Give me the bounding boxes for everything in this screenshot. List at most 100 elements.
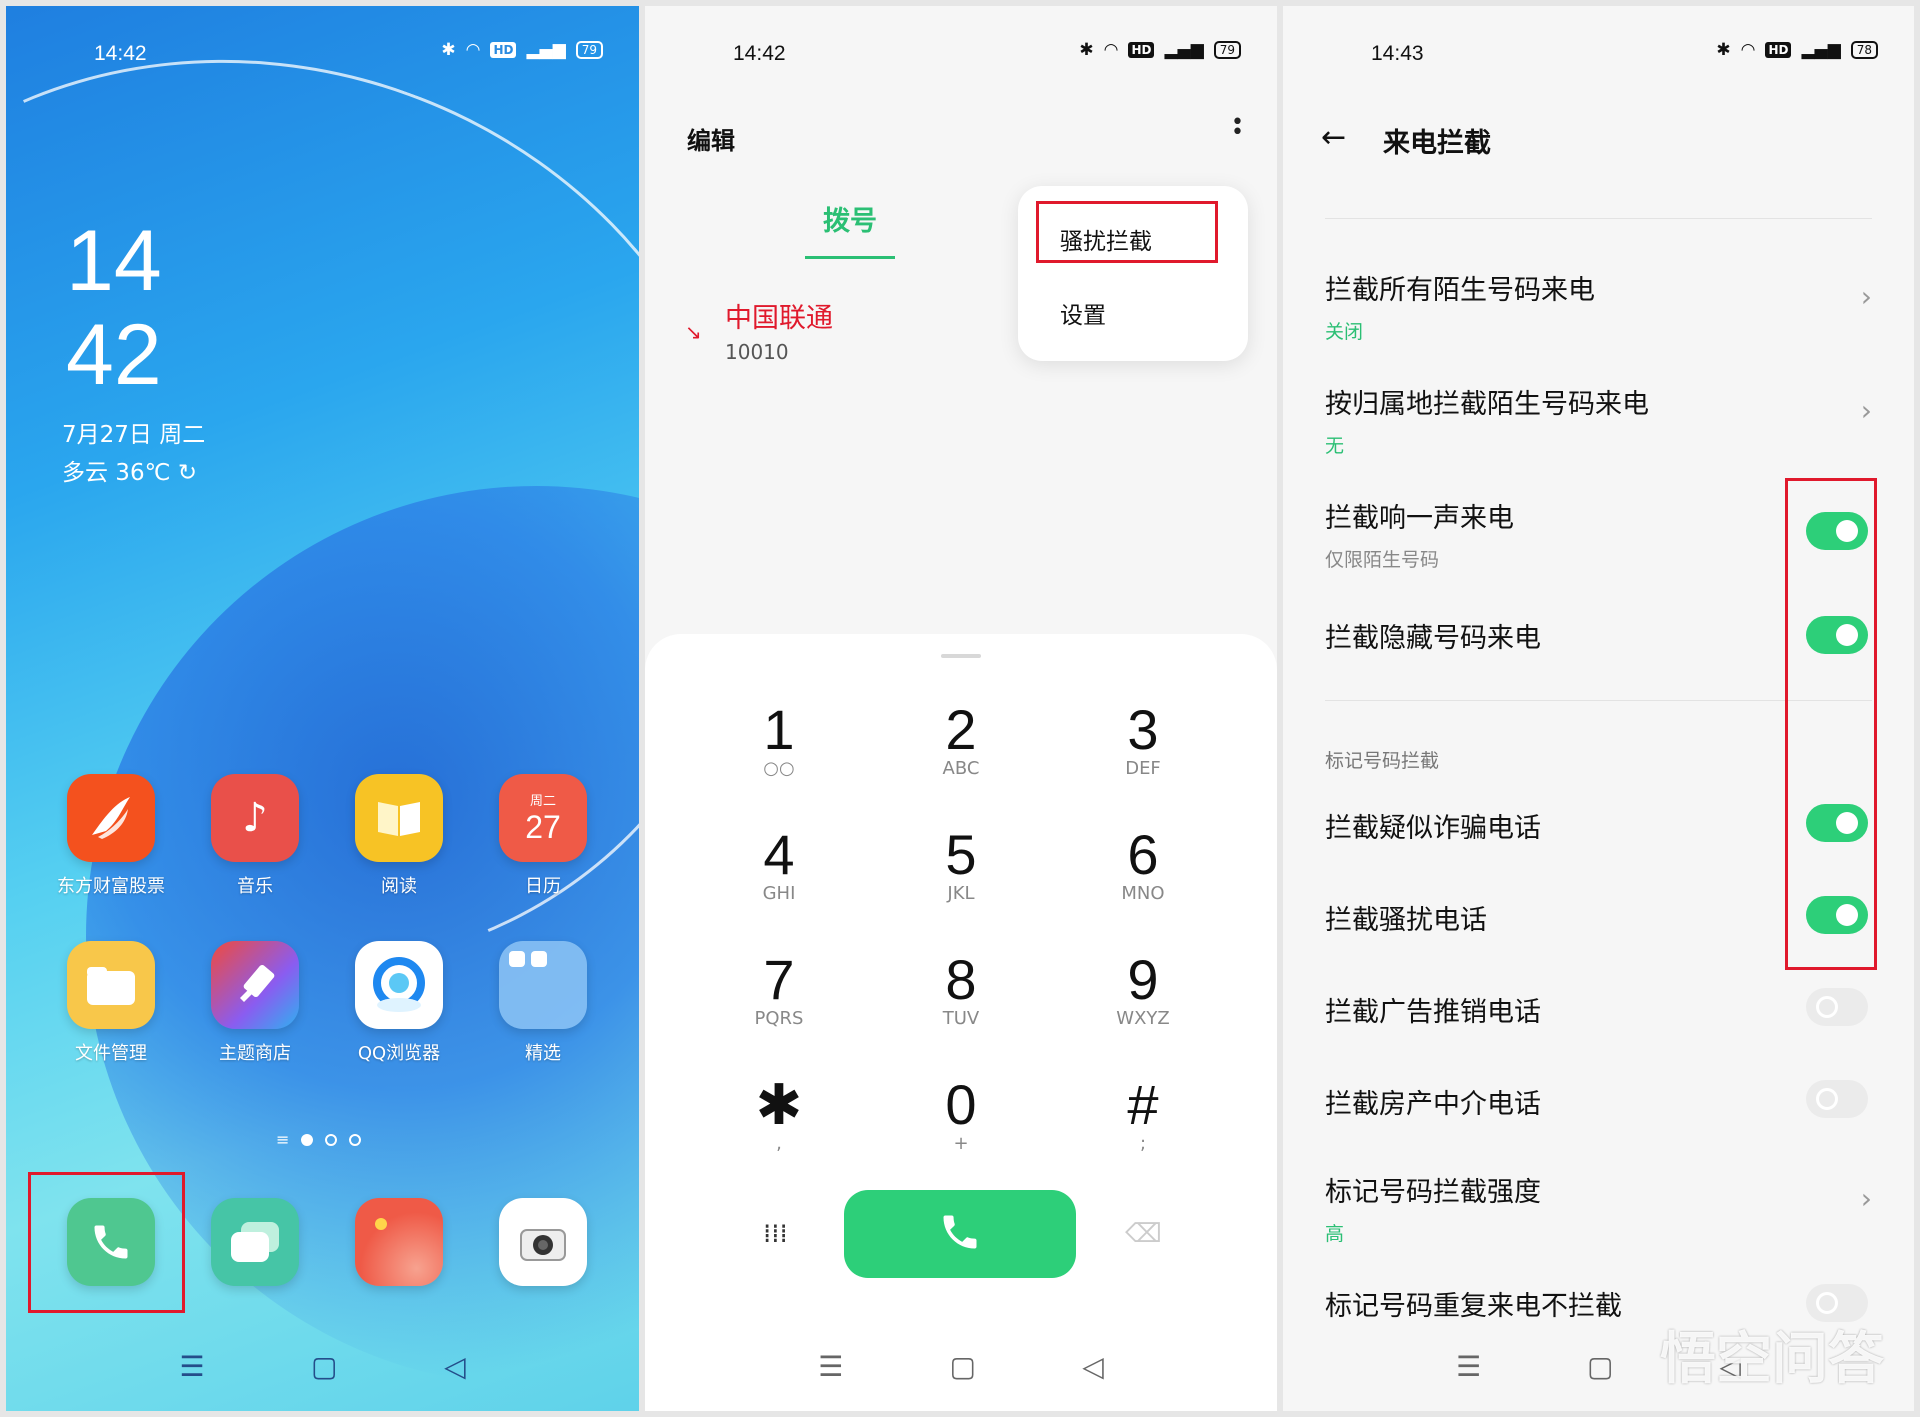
setting-block-ads[interactable]: 拦截广告推销电话 [1325,988,1878,1029]
status-icons: ✱ ◠ HD ▂▄▆ 78 [1716,40,1878,60]
home-nav-icon[interactable]: ▢ [1587,1350,1613,1383]
battery-icon: 78 [1850,41,1878,59]
status-bar: 14:42 ✱ ◠ HD ▂▄▆ 79 [645,34,1277,74]
nav-bar: ☰ ▢ ◁ [6,1341,639,1391]
home-nav-icon[interactable]: ▢ [950,1350,976,1383]
header-divider [1325,218,1872,219]
dock-gallery[interactable] [324,1198,474,1286]
bluetooth-icon: ✱ [1716,40,1731,60]
menu-nav-icon[interactable]: ☰ [179,1350,204,1383]
app-files[interactable]: 文件管理 [36,941,186,1065]
status-icons: ✱ ◠ HD ▂▄▆ 79 [1079,40,1241,60]
key-2[interactable]: 2 ABC [891,701,1031,779]
app-calendar[interactable]: 周二 27 日历 [468,774,618,898]
key-9[interactable]: 9 WXYZ [1073,951,1213,1029]
chevron-right-icon: › [1860,394,1872,427]
message-icon [211,1198,299,1286]
highlight-menu-box [1036,201,1218,263]
bluetooth-icon: ✱ [1079,40,1094,60]
hd-icon: HD [490,42,517,58]
hd-icon: HD [1765,42,1792,58]
app-label: 东方财富股票 [57,876,165,897]
app-dongfang[interactable]: 东方财富股票 [36,774,186,898]
watermark: 悟空问答 [1660,1327,1884,1392]
setting-block-all-unknown[interactable]: 拦截所有陌生号码来电 关闭 › [1325,268,1878,344]
wifi-icon: ◠ [465,40,481,60]
wifi-icon: ◠ [1740,40,1756,60]
menu-nav-icon[interactable]: ☰ [1456,1350,1481,1383]
weather-text: 多云 36℃ [62,460,171,486]
page-indicator[interactable]: ≡ [276,1130,362,1149]
app-label: 精选 [525,1043,561,1064]
key-7[interactable]: 7 PQRS [709,951,849,1029]
date-weather-widget[interactable]: 7月27日 周二 多云 36℃ ↻ [62,416,205,492]
nav-bar: ☰ ▢ ◁ [645,1341,1277,1391]
tab-dial[interactable]: 拨号 [805,199,895,259]
voicemail-icon: ○○ [763,758,795,779]
setting-block-strength[interactable]: 标记号码拦截强度 高 › [1325,1170,1878,1246]
backspace-icon[interactable]: ⌫ [1125,1219,1162,1249]
app-qq-browser[interactable]: QQ浏览器 [324,941,474,1065]
app-label: 音乐 [237,876,273,897]
wifi-icon: ◠ [1103,40,1119,60]
call-log-number: 10010 [725,340,789,364]
key-star[interactable]: ✱, [709,1076,849,1154]
battery-icon: 79 [1213,41,1241,59]
drawer-icon: ≡ [276,1130,290,1149]
back-nav-icon[interactable]: ◁ [1082,1350,1104,1383]
folder-group-icon [499,941,587,1029]
bluetooth-icon: ✱ [441,40,456,60]
clock-minute: 42 [66,307,162,403]
call-block-settings-screen: 14:43 ✱ ◠ HD ▂▄▆ 78 ← 来电拦截 拦截所有陌生号码来电 关闭… [1283,6,1914,1411]
status-time: 14:42 [733,42,786,65]
toggle-switch[interactable] [1806,988,1868,1026]
pad-handle[interactable] [941,654,981,658]
app-theme-store[interactable]: 主题商店 [180,941,330,1065]
dock-camera[interactable] [468,1198,618,1286]
app-reading[interactable]: 阅读 [324,774,474,898]
key-hash[interactable]: #; [1073,1076,1213,1154]
key-5[interactable]: 5 JKL [891,826,1031,904]
app-label: 主题商店 [219,1043,291,1064]
clock-widget[interactable]: 14 42 [66,214,162,402]
app-music[interactable]: ♪ 音乐 [180,774,330,898]
home-nav-icon[interactable]: ▢ [311,1350,337,1383]
app-label: 阅读 [381,876,417,897]
menu-item-settings[interactable]: 设置 [1060,296,1106,330]
key-0[interactable]: 0 + [891,1076,1031,1154]
page-title: 来电拦截 [1383,128,1491,159]
home-screen: 14:42 ✱ ◠ HD ▂▄▆ 79 14 42 7月27日 周二 多云 36… [6,6,639,1411]
edit-button[interactable]: 编辑 [687,121,735,156]
dialer-screen: 14:42 ✱ ◠ HD ▂▄▆ 79 编辑 • • 拨号 ↘ 中国联通 1001… [645,6,1277,1411]
key-3[interactable]: 3 DEF [1073,701,1213,779]
more-options-icon[interactable]: • • [1231,112,1244,144]
refresh-icon[interactable]: ↻ [178,460,197,486]
status-time: 14:42 [94,42,147,65]
menu-nav-icon[interactable]: ☰ [818,1350,843,1383]
signal-icon: ▂▄▆ [1801,40,1841,60]
call-button[interactable] [844,1190,1076,1278]
status-time: 14:43 [1371,42,1424,65]
key-6[interactable]: 6 MNO [1073,826,1213,904]
app-featured-folder[interactable]: 精选 [468,941,618,1065]
setting-block-by-region[interactable]: 按归属地拦截陌生号码来电 无 › [1325,382,1878,458]
setting-block-real-estate[interactable]: 拦截房产中介电话 [1325,1080,1878,1121]
date-text: 7月27日 周二 [62,422,206,448]
book-icon [355,774,443,862]
back-arrow-icon[interactable]: ← [1321,120,1346,155]
toggle-switch[interactable] [1806,1080,1868,1118]
browser-icon [355,941,443,1029]
back-nav-icon[interactable]: ◁ [444,1350,466,1383]
key-4[interactable]: 4 GHI [709,826,849,904]
gallery-icon [355,1198,443,1286]
phone-icon [938,1210,982,1258]
key-1[interactable]: 1 ○○ [709,701,849,779]
tab-dial-label: 拨号 [823,206,877,237]
dialpad-toggle-icon[interactable]: ⁞⁞⁞ [763,1219,788,1249]
signal-icon: ▂▄▆ [526,40,566,60]
signal-icon: ▂▄▆ [1164,40,1204,60]
status-icons: ✱ ◠ HD ▂▄▆ 79 [441,40,603,60]
key-8[interactable]: 8 TUV [891,951,1031,1029]
dock-messages[interactable] [180,1198,330,1286]
calendar-icon: 周二 27 [499,774,587,862]
